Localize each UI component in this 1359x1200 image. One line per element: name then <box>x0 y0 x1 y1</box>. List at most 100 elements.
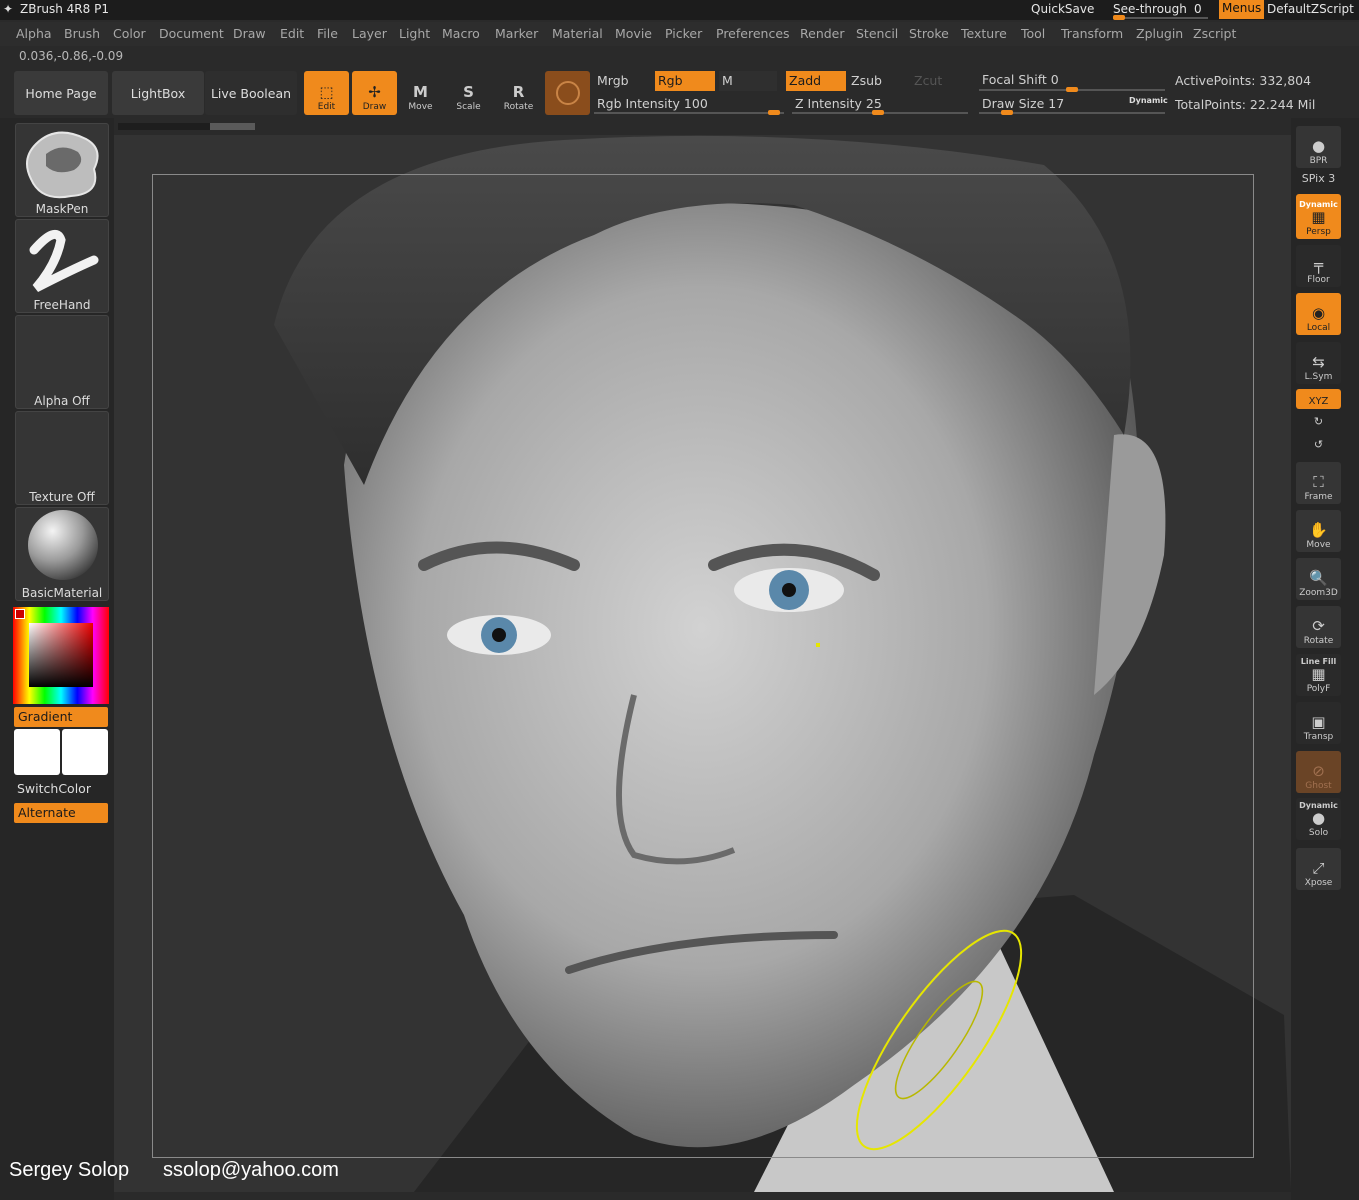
rgb-toggle[interactable]: Rgb <box>655 71 715 91</box>
dynamic-size-toggle[interactable]: Dynamic <box>1129 96 1168 105</box>
bpr-button[interactable]: ● BPR <box>1296 126 1341 168</box>
lightbox-button[interactable]: LightBox <box>112 71 204 115</box>
menu-movie[interactable]: Movie <box>615 26 652 41</box>
primary-color-swatch[interactable] <box>14 729 60 775</box>
edit-mode-button[interactable]: ⬚ Edit <box>304 71 349 115</box>
menu-preferences[interactable]: Preferences <box>716 26 790 41</box>
floor-button[interactable]: ╤ Floor <box>1296 245 1341 287</box>
solo-button[interactable]: Dynamic ● Solo <box>1296 798 1341 840</box>
rgb-intensity-slider[interactable]: Rgb Intensity 100 <box>594 94 784 114</box>
menu-color[interactable]: Color <box>113 26 146 41</box>
menu-light[interactable]: Light <box>399 26 430 41</box>
menus-toggle[interactable]: Menus <box>1219 0 1265 19</box>
brush-name: MaskPen <box>35 202 89 216</box>
menu-zscript[interactable]: Zscript <box>1193 26 1236 41</box>
live-boolean-button[interactable]: Live Boolean <box>205 71 297 115</box>
polyf-button[interactable]: Line Fill ▦ PolyF <box>1296 654 1341 696</box>
transp-button[interactable]: ▣ Transp <box>1296 702 1341 744</box>
z-intensity-knob[interactable] <box>872 110 884 115</box>
frame-label: Frame <box>1304 492 1333 502</box>
see-through-knob[interactable] <box>1113 15 1125 20</box>
mrgb-toggle[interactable]: Mrgb <box>594 71 652 91</box>
color-picker[interactable] <box>13 607 109 704</box>
transp-label: Transp <box>1303 732 1334 742</box>
app-title: ZBrush 4R8 P1 <box>20 2 109 16</box>
see-through-track <box>1113 17 1208 19</box>
menu-alpha[interactable]: Alpha <box>16 26 52 41</box>
menu-marker[interactable]: Marker <box>495 26 538 41</box>
material-sphere-icon <box>556 81 580 105</box>
material-selector[interactable]: BasicMaterial <box>15 507 109 601</box>
rotate-y-icon[interactable]: ↻ <box>1296 415 1341 428</box>
menu-layer[interactable]: Layer <box>352 26 387 41</box>
canvas-scroll-thumb[interactable] <box>210 123 255 130</box>
menu-macro[interactable]: Macro <box>442 26 480 41</box>
xpose-label: Xpose <box>1304 878 1333 888</box>
ghost-button[interactable]: ⊘ Ghost <box>1296 751 1341 793</box>
menu-transform[interactable]: Transform <box>1061 26 1123 41</box>
home-page-button[interactable]: Home Page <box>14 71 108 115</box>
alternate-toggle[interactable]: Alternate <box>14 803 108 823</box>
rotate-view-button[interactable]: ⟳ Rotate <box>1296 606 1341 648</box>
menu-picker[interactable]: Picker <box>665 26 702 41</box>
lsym-button[interactable]: ⇆ L.Sym <box>1296 342 1341 384</box>
title-bar: ✦ ZBrush 4R8 P1 QuickSave See-through 0 … <box>0 0 1359 20</box>
canvas-scroll-track <box>118 123 210 130</box>
menu-edit[interactable]: Edit <box>280 26 304 41</box>
menu-draw[interactable]: Draw <box>233 26 266 41</box>
default-zscript-button[interactable]: DefaultZScript <box>1267 2 1354 16</box>
menu-material[interactable]: Material <box>552 26 603 41</box>
canvas-scrollbar <box>114 118 1291 135</box>
stroke-selector[interactable]: FreeHand <box>15 219 109 313</box>
move-label: Move <box>408 102 433 112</box>
color-square[interactable] <box>29 623 93 687</box>
zsub-toggle[interactable]: Zsub <box>848 71 906 91</box>
texture-selector[interactable]: Texture Off <box>15 411 109 505</box>
solo-icon: ● <box>1311 809 1326 827</box>
draw-mode-button[interactable]: ✢ Draw <box>352 71 397 115</box>
menu-document[interactable]: Document <box>159 26 224 41</box>
switch-color-button[interactable]: SwitchColor <box>17 781 91 796</box>
xpose-button[interactable]: ⤢ Xpose <box>1296 848 1341 890</box>
menu-brush[interactable]: Brush <box>64 26 100 41</box>
ghost-icon: ⊘ <box>1312 762 1325 780</box>
move-icon: M <box>413 83 428 101</box>
main-color-indicator <box>15 609 25 619</box>
m-toggle[interactable]: M <box>719 71 777 91</box>
menu-texture[interactable]: Texture <box>961 26 1007 41</box>
menu-zplugin[interactable]: Zplugin <box>1136 26 1183 41</box>
menu-stroke[interactable]: Stroke <box>909 26 949 41</box>
scale-mode-button[interactable]: S Scale <box>446 71 491 115</box>
focal-shift-knob[interactable] <box>1066 87 1078 92</box>
lsym-label: L.Sym <box>1304 372 1333 382</box>
see-through-slider[interactable]: See-through 0 <box>1113 2 1208 20</box>
alpha-selector[interactable]: Alpha Off <box>15 315 109 409</box>
menu-bar: Alpha Brush Color Document Draw Edit Fil… <box>0 22 1359 46</box>
zadd-toggle[interactable]: Zadd <box>786 71 846 91</box>
rotate-z-icon[interactable]: ↺ <box>1296 438 1341 451</box>
move-mode-button[interactable]: M Move <box>398 71 443 115</box>
zoom3d-button[interactable]: 🔍 Zoom3D <box>1296 558 1341 600</box>
persp-button[interactable]: Dynamic ▦ Persp <box>1296 194 1341 239</box>
local-button[interactable]: ◉ Local <box>1296 293 1341 335</box>
secondary-color-swatch[interactable] <box>62 729 108 775</box>
alpha-name: Alpha Off <box>34 394 90 408</box>
move-view-button[interactable]: ✋ Move <box>1296 510 1341 552</box>
menu-render[interactable]: Render <box>800 26 845 41</box>
zcut-toggle[interactable]: Zcut <box>911 71 969 91</box>
rotate-mode-button[interactable]: R Rotate <box>496 71 541 115</box>
rotate-icon: R <box>512 83 525 101</box>
menu-stencil[interactable]: Stencil <box>856 26 898 41</box>
gradient-toggle[interactable]: Gradient <box>14 707 108 727</box>
rgb-intensity-knob[interactable] <box>768 110 780 115</box>
floor-label: Floor <box>1307 275 1330 285</box>
xyz-button[interactable]: XYZ <box>1296 389 1341 409</box>
brush-selector[interactable]: MaskPen <box>15 123 109 217</box>
spix-slider[interactable]: SPix 3 <box>1296 172 1341 185</box>
menu-file[interactable]: File <box>317 26 338 41</box>
frame-button[interactable]: ⛶ Frame <box>1296 462 1341 504</box>
menu-tool[interactable]: Tool <box>1021 26 1045 41</box>
draw-size-knob[interactable] <box>1001 110 1013 115</box>
material-swatch-button[interactable] <box>545 71 590 115</box>
quicksave-button[interactable]: QuickSave <box>1031 2 1094 16</box>
